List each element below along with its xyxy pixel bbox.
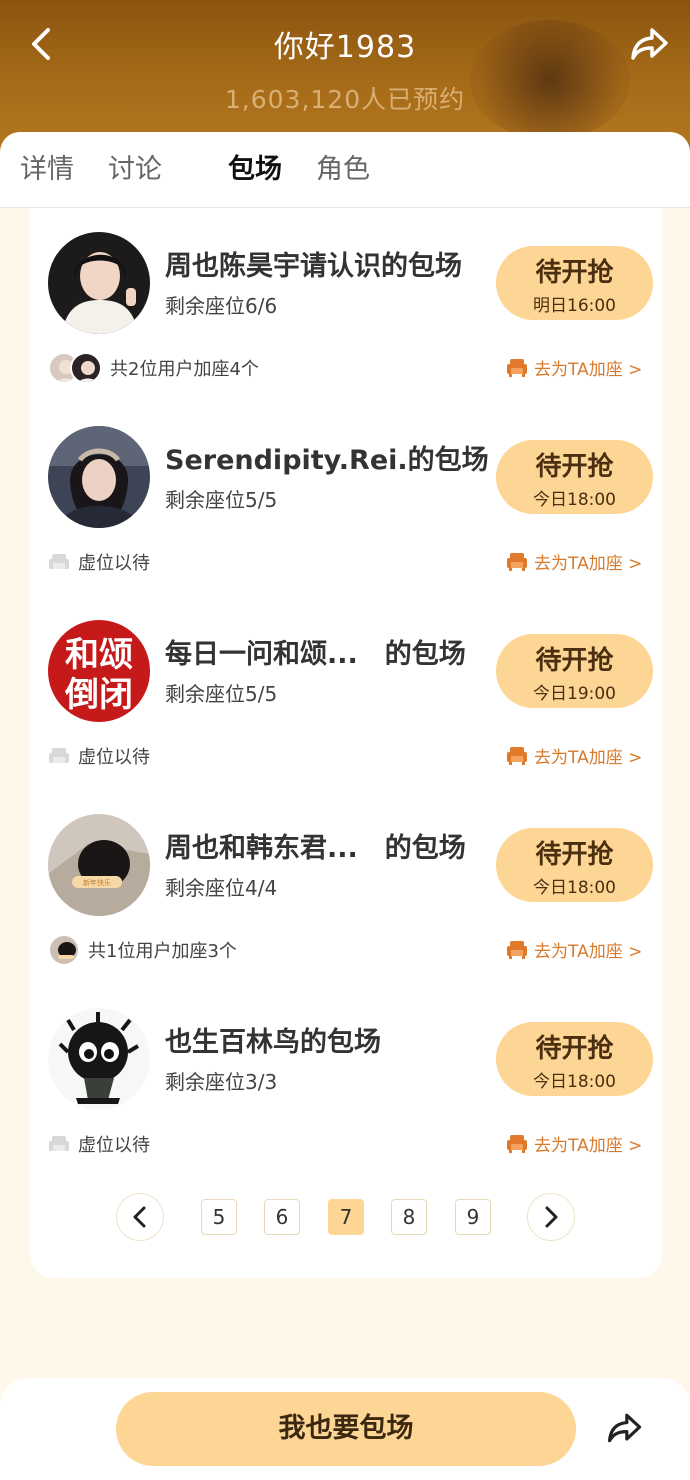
list-item[interactable]: Serendipity.Rei.的包场 剩余座位5/5 待开抢 今日18:00 … [30,402,662,596]
empty-seats: 虚位以待 [48,738,150,774]
svg-text:和颂: 和颂 [65,635,133,675]
tab-details[interactable]: 详情 [20,150,74,190]
grab-label: 待开抢 [535,258,614,288]
page-8[interactable]: 8 [391,1199,427,1235]
pagination: 5 6 7 8 9 [30,1193,662,1243]
svg-text:新年快乐: 新年快乐 [83,878,111,887]
page-9[interactable]: 9 [455,1199,491,1235]
joined-users: 共1位用户加座3个 [48,932,237,968]
page-7[interactable]: 7 [328,1199,364,1235]
empty-seats: 虚位以待 [48,1126,150,1162]
tab-bar: 详情 讨论 包场 角色 [0,132,690,208]
armchair-icon [49,1136,69,1151]
tab-roles[interactable]: 角色 [316,150,370,190]
avatar [48,1008,150,1110]
avatar [48,426,150,528]
grab-time: 今日18:00 [533,1072,616,1092]
armchair-icon [507,941,527,959]
add-seat-label: 去为TA加座 > [534,1135,643,1156]
share-icon [607,1413,642,1443]
empty-seats-text: 虚位以待 [78,1135,150,1156]
joined-users-text: 共2位用户加座4个 [110,359,259,380]
grab-button[interactable]: 待开抢 今日18:00 [496,440,653,514]
joined-users-text: 共1位用户加座3个 [88,941,237,962]
empty-seats-text: 虚位以待 [78,553,150,574]
avatar [48,232,150,334]
add-seat-link[interactable]: 去为TA加座 > [506,740,642,770]
svg-text:倒闭: 倒闭 [64,675,133,715]
grab-label: 待开抢 [535,452,614,482]
armchair-icon [507,359,527,377]
chevron-left-icon [133,1206,146,1228]
avatar: 新年快乐 [48,814,150,916]
add-seat-label: 去为TA加座 > [534,747,643,768]
user-avatar [70,352,102,384]
share-icon [631,28,668,60]
screening-name: 周也陈昊宇请认识的包场 [165,251,462,282]
seats-remaining: 剩余座位5/5 [165,488,278,512]
screening-name: 周也和韩东君... 的包场 [165,833,466,864]
seats-remaining: 剩余座位3/3 [165,1070,278,1094]
add-seat-label: 去为TA加座 > [534,359,643,380]
share-button[interactable] [604,1408,646,1448]
joined-users: 共2位用户加座4个 [48,350,259,386]
list-item[interactable]: 和颂 倒闭 每日一问和颂... 的包场 剩余座位5/5 待开抢 今日19:00 … [30,596,662,790]
add-seat-label: 去为TA加座 > [534,553,643,574]
screening-list: 周也陈昊宇请认识的包场 剩余座位6/6 待开抢 明日16:00 共2位用户加座4… [30,208,662,1278]
reservation-count: 1,603,120人已预约 [224,85,466,114]
page-5[interactable]: 5 [201,1199,237,1235]
armchair-icon [507,553,527,571]
grab-time: 明日16:00 [533,296,616,316]
prev-page-button[interactable] [116,1193,164,1241]
screening-name: 每日一问和颂... 的包场 [165,639,466,670]
add-seat-link[interactable]: 去为TA加座 > [506,352,642,382]
add-seat-link[interactable]: 去为TA加座 > [506,546,642,576]
grab-time: 今日18:00 [533,490,616,510]
seats-remaining: 剩余座位5/5 [165,682,278,706]
grab-label: 待开抢 [535,1034,614,1064]
list-item[interactable]: 新年快乐 周也和韩东君... 的包场 剩余座位4/4 待开抢 今日18:00 共… [30,790,662,984]
avatar: 和颂 倒闭 [48,620,150,722]
screening-name: 也生百林鸟的包场 [165,1027,381,1058]
add-seat-label: 去为TA加座 > [534,941,643,962]
empty-seats: 虚位以待 [48,544,150,580]
share-button[interactable] [628,22,672,66]
add-seat-link[interactable]: 去为TA加座 > [506,1128,642,1158]
grab-label: 待开抢 [535,840,614,870]
armchair-icon [49,748,69,763]
bottom-bar: 我也要包场 [0,1378,690,1480]
grab-time: 今日19:00 [533,684,616,704]
create-screening-button[interactable]: 我也要包场 [116,1392,576,1466]
grab-button[interactable]: 待开抢 今日18:00 [496,1022,653,1096]
list-item[interactable]: 也生百林鸟的包场 剩余座位3/3 待开抢 今日18:00 虚位以待 去为TA加座… [30,984,662,1178]
empty-seats-text: 虚位以待 [78,747,150,768]
screening-name: Serendipity.Rei.的包场 [165,445,489,476]
armchair-icon [507,747,527,765]
grab-button[interactable]: 待开抢 今日18:00 [496,828,653,902]
seats-remaining: 剩余座位4/4 [165,876,278,900]
next-page-button[interactable] [527,1193,575,1241]
seats-remaining: 剩余座位6/6 [165,294,278,318]
add-seat-link[interactable]: 去为TA加座 > [506,934,642,964]
page-6[interactable]: 6 [264,1199,300,1235]
tab-screening[interactable]: 包场 [228,150,282,190]
armchair-icon [49,554,69,569]
grab-time: 今日18:00 [533,878,616,898]
user-avatar [48,934,80,966]
grab-label: 待开抢 [535,646,614,676]
list-item[interactable]: 周也陈昊宇请认识的包场 剩余座位6/6 待开抢 明日16:00 共2位用户加座4… [30,208,662,402]
page-title: 你好1983 [273,30,417,65]
chevron-right-icon [545,1206,558,1228]
grab-button[interactable]: 待开抢 今日19:00 [496,634,653,708]
tab-discussion[interactable]: 讨论 [108,150,162,190]
armchair-icon [507,1135,527,1153]
grab-button[interactable]: 待开抢 明日16:00 [496,246,653,320]
